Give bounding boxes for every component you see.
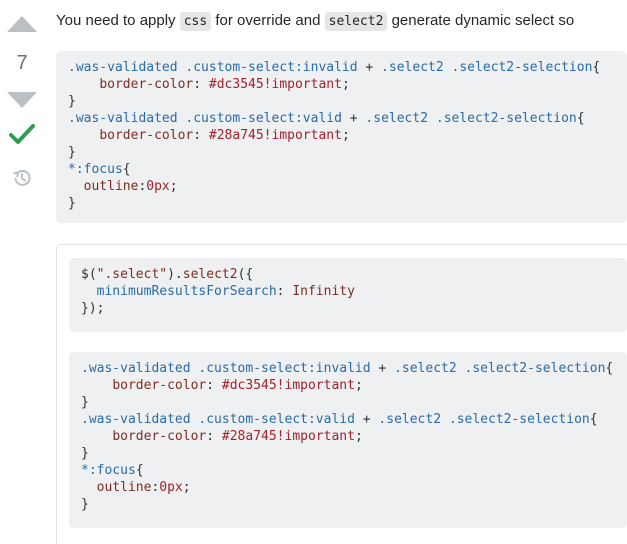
code-token: } — [68, 196, 76, 211]
code-token: #dc3545!important — [208, 77, 342, 92]
arrow-up-icon[interactable] — [7, 16, 37, 32]
code-token: .select2 .select2-selection — [394, 361, 606, 376]
code-token: outline — [83, 179, 139, 194]
code-token: .select2 .select2-selection — [381, 60, 593, 75]
checkmark-icon — [9, 124, 35, 144]
code-token: 0px — [146, 179, 170, 194]
inline-code-css: css — [179, 12, 212, 31]
code-token: Infinity — [292, 284, 355, 299]
code-token: .was-validated .custom-select:invalid — [68, 60, 358, 75]
answer-intro: You need to apply css for override and s… — [56, 10, 574, 33]
arrow-down-icon[interactable] — [7, 92, 37, 108]
code-token: } — [68, 145, 76, 160]
code-token: border-color — [99, 77, 194, 92]
css-snippet-block: .was-validated .custom-select:invalid + … — [69, 352, 627, 528]
code-token: .was-validated .custom-select:invalid — [81, 361, 371, 376]
inline-code-select2: select2 — [324, 12, 388, 31]
code-token: { — [589, 412, 598, 427]
vote-count: 7 — [16, 52, 28, 74]
code-token: border-color — [112, 429, 207, 444]
code-token: ".select" — [96, 267, 168, 282]
code-token: + — [370, 361, 395, 376]
code-token: { — [122, 162, 131, 177]
answer-text: You need to apply — [56, 12, 180, 29]
code-token: 0px — [159, 480, 183, 495]
code-token: select2 — [182, 267, 238, 282]
code-token: } — [81, 497, 89, 512]
code-token: .was-validated .custom-select:valid — [81, 412, 355, 427]
answer-text: generate dynamic select so — [387, 12, 575, 29]
code-token: minimumResultsForSearch — [96, 284, 277, 299]
code-token: .select2 .select2-selection — [378, 412, 590, 427]
code-token: ). — [167, 267, 183, 282]
code-token: { — [576, 111, 585, 126]
code-token: $( — [81, 267, 97, 282]
code-token: *:focus — [68, 162, 123, 177]
code-token: outline — [96, 480, 152, 495]
answer-text: for override and — [211, 12, 325, 29]
code-token: ({ — [237, 267, 254, 282]
code-token: { — [135, 463, 144, 478]
code-token: { — [605, 361, 614, 376]
code-token: } — [81, 446, 89, 461]
code-token: { — [592, 60, 601, 75]
code-token: + — [354, 412, 379, 427]
js-code-block: $(".select").select2({ minimumResultsFor… — [69, 258, 627, 332]
code-token: } — [81, 395, 89, 410]
code-token: .select2 .select2-selection — [365, 111, 577, 126]
code-token: }); — [81, 301, 105, 316]
code-token: } — [68, 94, 76, 109]
code-token: *:focus — [81, 463, 136, 478]
code-token: + — [357, 60, 382, 75]
code-token: border-color — [112, 378, 207, 393]
code-token: + — [341, 111, 366, 126]
code-token: #28a745!important — [221, 429, 355, 444]
code-token: .was-validated .custom-select:valid — [68, 111, 342, 126]
history-icon[interactable] — [11, 167, 33, 189]
css-code-block: .was-validated .custom-select:invalid + … — [56, 51, 627, 223]
code-token: #dc3545!important — [221, 378, 355, 393]
code-token: #28a745!important — [208, 128, 342, 143]
code-token: border-color — [99, 128, 194, 143]
